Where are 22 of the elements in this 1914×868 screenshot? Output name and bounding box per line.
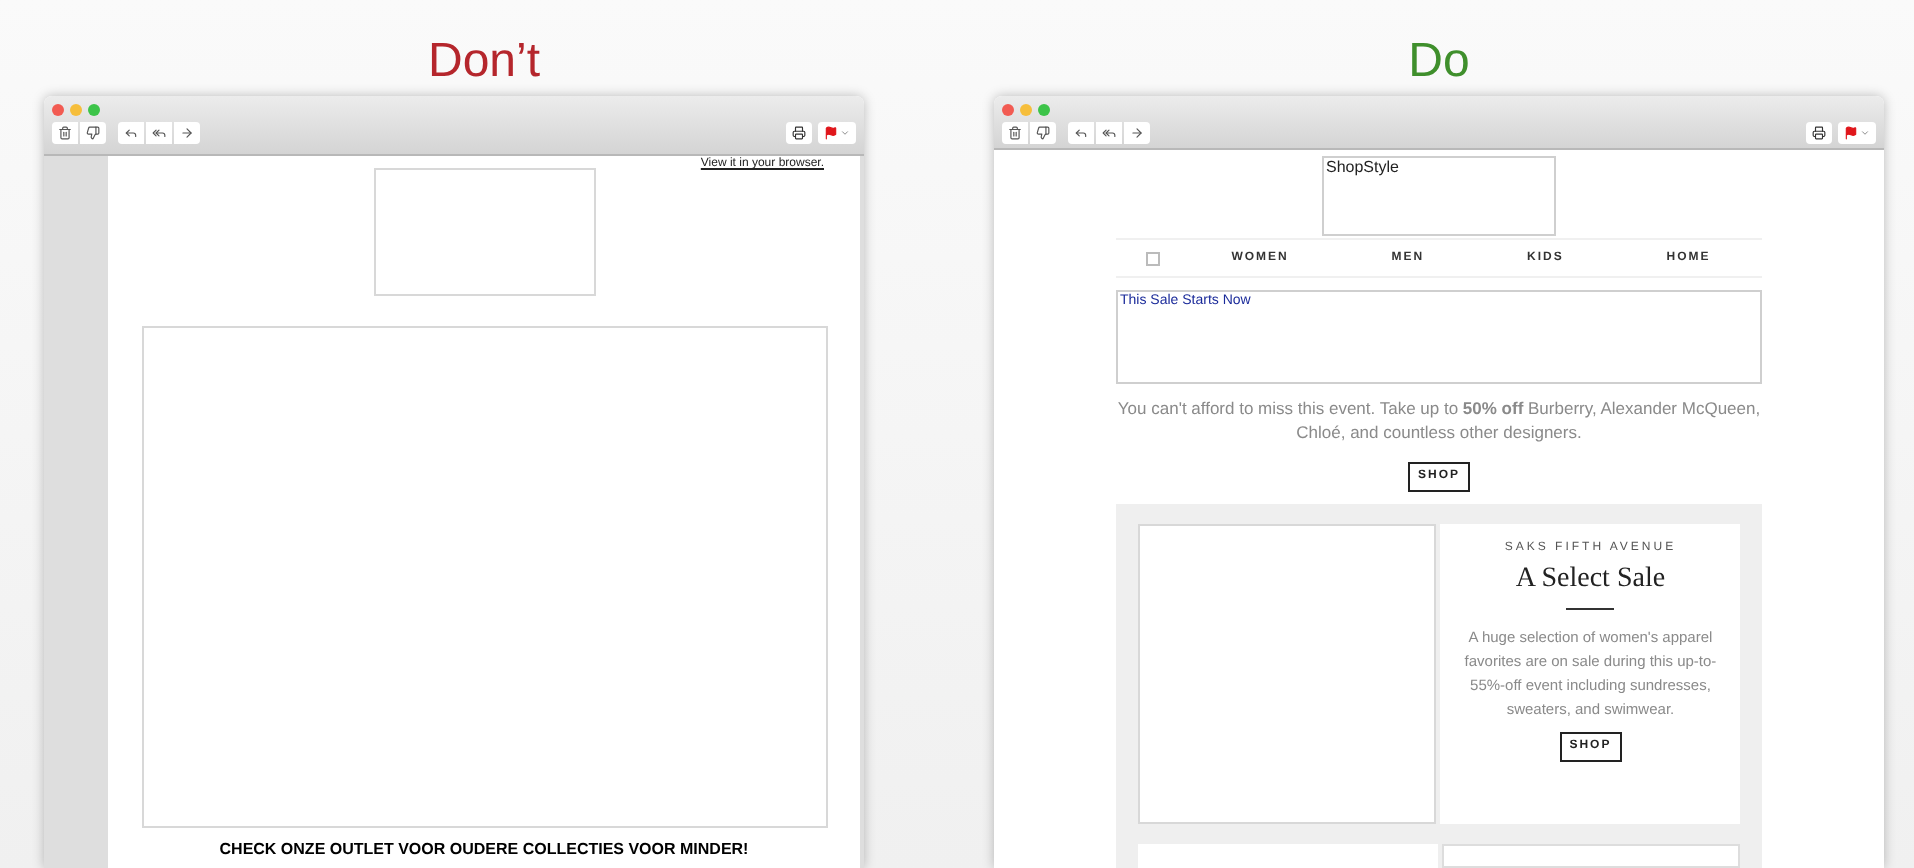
- close-button[interactable]: [52, 104, 64, 116]
- heading: Don’t: [427, 32, 541, 92]
- flag-icon[interactable]: [1838, 122, 1876, 144]
- intro-text: You can't afford to miss this event. Take up to 50% off Burberry, Alexander McQueen, Chloé, and countless other designers.: [1115, 396, 1763, 444]
- printer-icon[interactable]: [786, 122, 812, 144]
- trash-icon[interactable]: [52, 122, 78, 144]
- reply-icon[interactable]: [1068, 122, 1094, 144]
- title-divider: [1566, 608, 1615, 610]
- alt-text: ShopStyle: [1326, 158, 1399, 178]
- reply-all-icon[interactable]: [1096, 122, 1122, 144]
- heading: Do: [1408, 32, 1470, 92]
- card-title: A Select Sale: [1515, 562, 1666, 598]
- close-button[interactable]: [1002, 104, 1014, 116]
- flag-icon[interactable]: [818, 122, 856, 144]
- reply-all-icon[interactable]: [146, 122, 172, 144]
- thumbs-down-icon[interactable]: [1030, 122, 1056, 144]
- footer-headline: CHECK ONZE OUTLET VOOR OUDERE COLLECTIES VOOR MINDER!: [219, 840, 749, 860]
- image-placeholder: [1146, 251, 1160, 265]
- printer-icon[interactable]: [1806, 122, 1832, 144]
- thumbs-down-icon[interactable]: [80, 122, 106, 144]
- reply-icon[interactable]: [118, 122, 144, 144]
- trash-icon[interactable]: [1002, 122, 1028, 144]
